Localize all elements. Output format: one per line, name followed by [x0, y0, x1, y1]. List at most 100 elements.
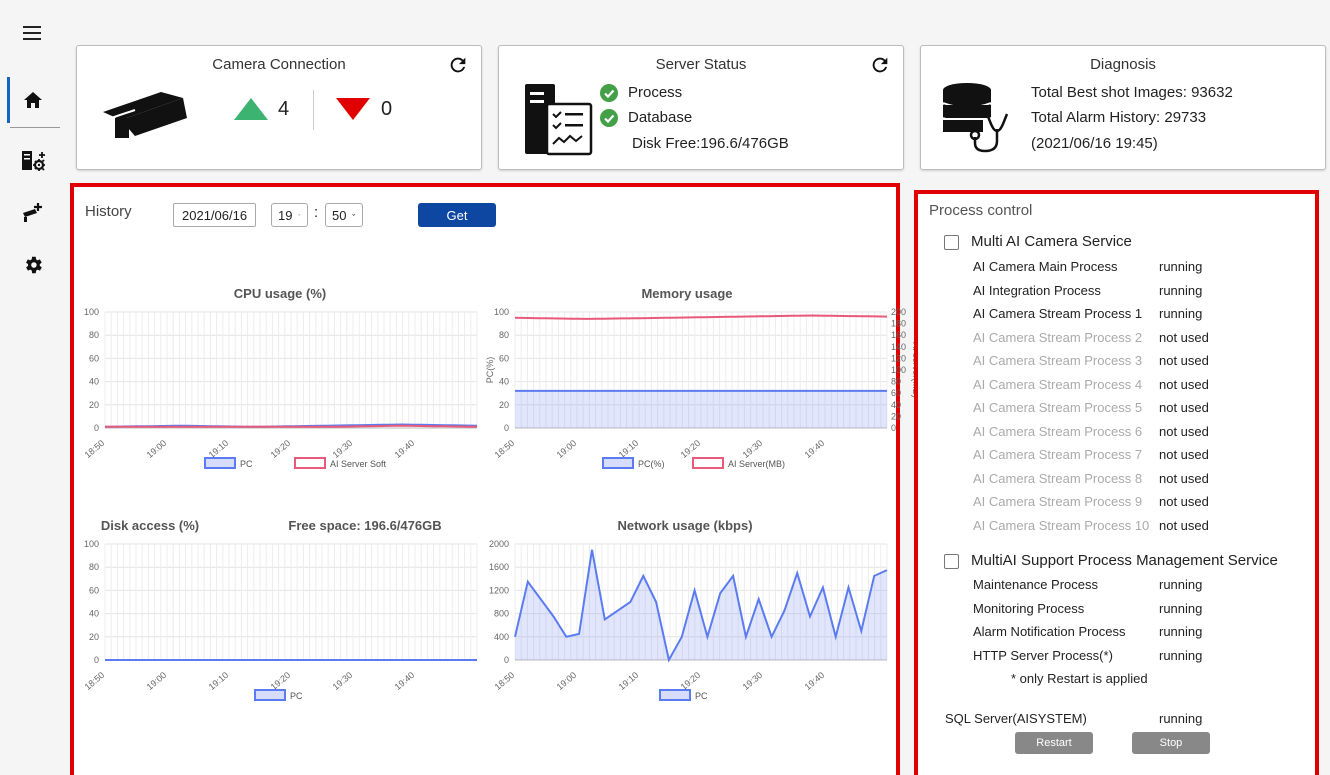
service2-process-status: running: [1159, 577, 1203, 592]
service2-process-name: Monitoring Process: [973, 600, 1085, 616]
menu-button[interactable]: [0, 8, 66, 58]
database-stethoscope-icon: [942, 83, 1009, 153]
cpu-chart-title: CPU usage (%): [234, 286, 326, 301]
service1-process-name: AI Camera Stream Process 1: [973, 306, 1143, 321]
service1-process-name: AI Camera Stream Process 5: [973, 400, 1143, 415]
network-x-tick: 19:40: [803, 670, 827, 692]
disk-y-tick: 0: [94, 655, 99, 665]
service2-process-status: running: [1159, 647, 1203, 663]
cpu-legend-label: AI Server Soft: [330, 459, 387, 469]
service1-process-status: not used: [1159, 376, 1209, 392]
hour-value: 19: [278, 207, 293, 223]
memory-x-tick: 19:00: [555, 438, 579, 460]
camera-card-title: Camera Connection: [212, 56, 346, 73]
memory-y-tick: 100: [494, 307, 509, 317]
memory-y-tick: 0: [504, 423, 509, 433]
network-y-tick: 0: [504, 655, 509, 665]
stop-button[interactable]: Stop: [1132, 732, 1210, 754]
network-legend-swatch: [659, 689, 691, 701]
service2-process-name: HTTP Server Process(*): [973, 647, 1113, 663]
process-ok-icon: [600, 84, 618, 102]
minute-value: 50: [332, 207, 347, 223]
cpu-legend-label: PC: [240, 459, 253, 469]
server-icon: [525, 84, 593, 156]
cpu-y-tick: 20: [89, 400, 99, 410]
cpu-x-tick: 19:20: [269, 438, 293, 460]
service1-process-status: running: [1159, 259, 1203, 274]
cpu-series-line: [105, 424, 478, 428]
disk-y-tick: 80: [89, 562, 99, 572]
cpu-legend-swatch: [204, 457, 236, 469]
disk-x-tick: 19:00: [145, 670, 169, 692]
network-x-tick: 19:10: [617, 670, 641, 692]
menu-icon: [23, 26, 41, 40]
cpu-y-tick: 0: [94, 423, 99, 433]
memory-legend-label: AI Server(MB): [728, 459, 785, 469]
nav-server-settings[interactable]: [0, 135, 66, 185]
service1-process-status: not used: [1159, 447, 1209, 462]
disk-free-text: Disk Free:196.6/476GB: [632, 135, 789, 152]
memory-x-tick: 19:30: [741, 438, 765, 460]
memory-x-tick: 19:40: [803, 438, 827, 460]
alarm-history-total: Total Alarm History: 29733: [1031, 109, 1207, 126]
history-date-input[interactable]: 2021/06/16: [173, 203, 256, 227]
cpu-x-tick: 19:40: [393, 438, 417, 460]
restart-button[interactable]: Restart: [1015, 732, 1093, 754]
disk-legend-label: PC: [290, 691, 303, 701]
diagnosis-timestamp: (2021/06/16 19:45): [1031, 135, 1158, 152]
memory-series-area: [515, 390, 887, 428]
network-y-tick: 1600: [489, 562, 509, 572]
service1-process-status: not used: [1159, 517, 1209, 533]
refresh-icon[interactable]: [447, 54, 469, 76]
service1-process-status: not used: [1159, 329, 1209, 345]
camera-icon: [103, 92, 187, 138]
disk-y-tick: 40: [89, 609, 99, 619]
memory-y2-tick: 100: [891, 365, 906, 375]
nav-add-camera[interactable]: [0, 187, 66, 237]
service2-process-name: Alarm Notification Process: [973, 624, 1126, 639]
camera-connection-card: Camera Connection 4 0: [76, 45, 482, 170]
service2-process-status: running: [1159, 600, 1203, 616]
service1-process-status: not used: [1159, 400, 1209, 415]
service1-process-status: not used: [1159, 494, 1209, 509]
service1-checkbox[interactable]: [944, 235, 959, 250]
chevron-down-icon: [298, 214, 301, 216]
service1-process-name: AI Camera Stream Process 4: [973, 376, 1143, 392]
nav-settings[interactable]: [0, 240, 66, 290]
sidebar-divider: [10, 127, 60, 128]
service2-checkbox[interactable]: [944, 554, 959, 569]
hour-select[interactable]: 19: [271, 203, 308, 227]
add-camera-icon: [23, 203, 42, 222]
service1-process-name: AI Camera Stream Process 2: [973, 329, 1143, 345]
restart-note: * only Restart is applied: [1011, 671, 1148, 686]
service1-process-status: running: [1159, 306, 1203, 321]
service1-label: Multi AI Camera Service: [971, 233, 1132, 250]
service2-process-name: Maintenance Process: [973, 577, 1099, 592]
service1-process-name: AI Camera Stream Process 7: [973, 447, 1143, 462]
cpu-y-tick: 100: [84, 307, 99, 317]
service1-process-status: not used: [1159, 423, 1209, 439]
memory-x-tick: 19:10: [617, 438, 641, 460]
minute-select[interactable]: 50: [325, 203, 363, 227]
get-button[interactable]: Get: [418, 203, 496, 227]
service1-process-status: not used: [1159, 353, 1209, 368]
service1-process-name: AI Camera Stream Process 9: [973, 494, 1143, 509]
memory-legend-swatch: [692, 457, 724, 469]
refresh-icon[interactable]: [869, 54, 891, 76]
sql-server-name: SQL Server(AISYSTEM): [945, 711, 1087, 726]
nav-home[interactable]: [0, 75, 66, 125]
gear-icon: [26, 256, 42, 274]
service1-process-name: AI Camera Stream Process 3: [973, 353, 1143, 368]
process-control-title: Process control: [929, 202, 1033, 219]
disk-x-tick: 19:10: [207, 670, 231, 692]
network-x-tick: 19:00: [555, 670, 579, 692]
chevron-down-icon: [352, 213, 356, 216]
disk-y-tick: 60: [89, 585, 99, 595]
memory-ylabel: PC(%): [485, 357, 495, 384]
memory-y-tick: 80: [499, 330, 509, 340]
cpu-x-tick: 19:10: [207, 438, 231, 460]
home-icon: [24, 92, 42, 108]
best-shot-total: Total Best shot Images: 93632: [1031, 84, 1233, 101]
network-y-tick: 800: [494, 609, 509, 619]
sql-server-status: running: [1159, 711, 1203, 726]
